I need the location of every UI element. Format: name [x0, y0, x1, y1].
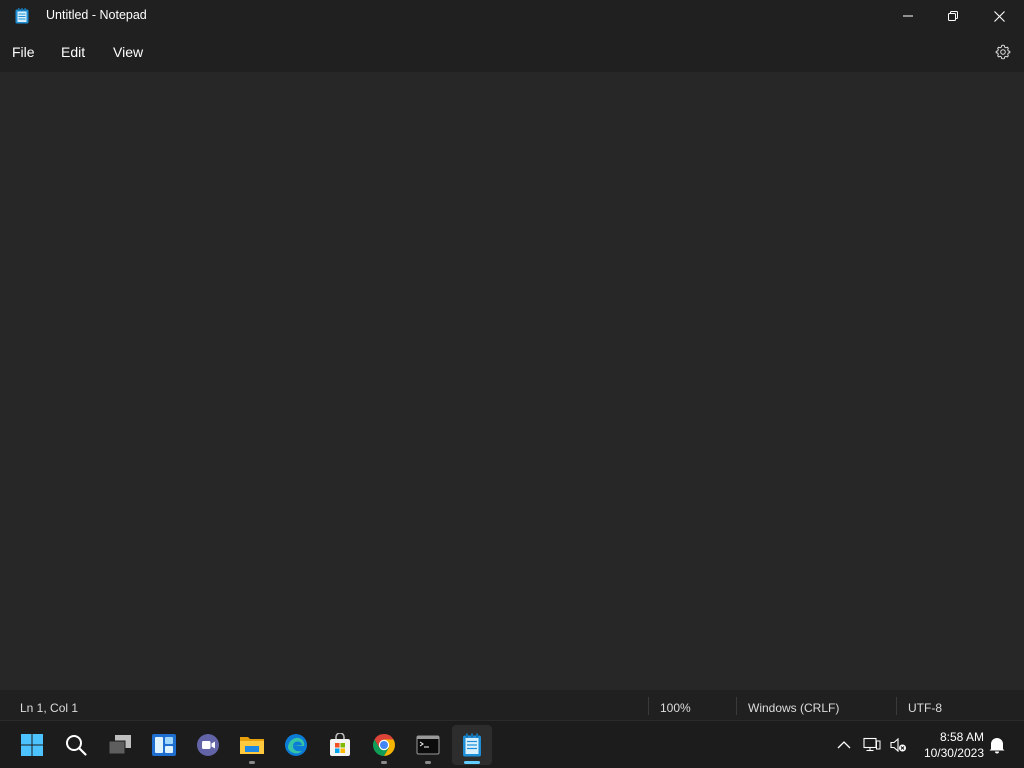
cursor-position: Ln 1, Col 1 — [20, 701, 79, 715]
running-indicator — [381, 761, 387, 764]
file-explorer-icon — [240, 737, 264, 754]
minimize-icon — [903, 15, 913, 17]
volume-button[interactable] — [888, 735, 908, 755]
status-bar: Ln 1, Col 1 100% Windows (CRLF) UTF-8 — [0, 690, 1024, 720]
restore-button[interactable] — [930, 0, 976, 32]
encoding[interactable]: UTF-8 — [908, 701, 942, 715]
terminal-icon — [416, 735, 440, 755]
widgets-button[interactable] — [144, 725, 184, 765]
task-view-button[interactable] — [100, 725, 140, 765]
clock[interactable]: 8:58 AM 10/30/2023 — [912, 729, 984, 761]
volume-muted-icon — [890, 737, 906, 753]
terminal-button[interactable] — [408, 725, 448, 765]
minimize-button[interactable] — [885, 0, 931, 32]
chevron-up-icon — [837, 741, 851, 749]
gear-icon — [995, 44, 1011, 60]
widgets-icon — [152, 734, 176, 756]
edge-button[interactable] — [276, 725, 316, 765]
menu-bar: File Edit View — [0, 32, 1024, 72]
teams-chat-icon — [197, 734, 219, 756]
title-bar: Untitled - Notepad — [0, 0, 1024, 32]
start-button[interactable] — [12, 725, 52, 765]
menu-edit[interactable]: Edit — [61, 44, 85, 60]
line-ending[interactable]: Windows (CRLF) — [748, 701, 839, 715]
close-icon — [993, 10, 1005, 22]
zoom-level[interactable]: 100% — [660, 701, 691, 715]
clock-date: 10/30/2023 — [923, 746, 984, 760]
store-icon — [330, 733, 350, 756]
running-indicator — [249, 761, 255, 764]
taskbar: 8:58 AM 10/30/2023 — [0, 720, 1024, 768]
menu-view[interactable]: View — [113, 44, 143, 60]
menu-file[interactable]: File — [12, 44, 35, 60]
notifications-button[interactable] — [987, 735, 1007, 755]
status-divider — [736, 697, 737, 715]
notepad-taskbar-button[interactable] — [452, 725, 492, 765]
window-title: Untitled - Notepad — [46, 8, 147, 22]
notification-bell-icon — [989, 736, 1006, 754]
settings-button[interactable] — [992, 43, 1014, 61]
start-icon — [21, 734, 43, 756]
network-icon — [863, 737, 881, 752]
active-indicator — [464, 761, 480, 764]
edge-icon — [285, 734, 307, 756]
chrome-button[interactable] — [364, 725, 404, 765]
status-divider — [896, 697, 897, 715]
file-explorer-button[interactable] — [232, 725, 272, 765]
notepad-app-icon — [15, 8, 29, 24]
restore-icon — [948, 11, 958, 21]
store-button[interactable] — [320, 725, 360, 765]
search-icon — [66, 735, 87, 756]
running-indicator — [425, 761, 431, 764]
chrome-icon — [373, 734, 395, 756]
clock-time: 8:58 AM — [939, 730, 984, 744]
notepad-icon — [463, 733, 481, 757]
status-divider — [648, 697, 649, 715]
network-button[interactable] — [862, 735, 882, 755]
text-editor-area[interactable] — [0, 72, 1024, 690]
close-button[interactable] — [976, 0, 1022, 32]
show-hidden-icons-button[interactable] — [834, 735, 854, 755]
teams-chat-button[interactable] — [188, 725, 228, 765]
search-button[interactable] — [56, 725, 96, 765]
task-view-icon — [108, 735, 131, 755]
